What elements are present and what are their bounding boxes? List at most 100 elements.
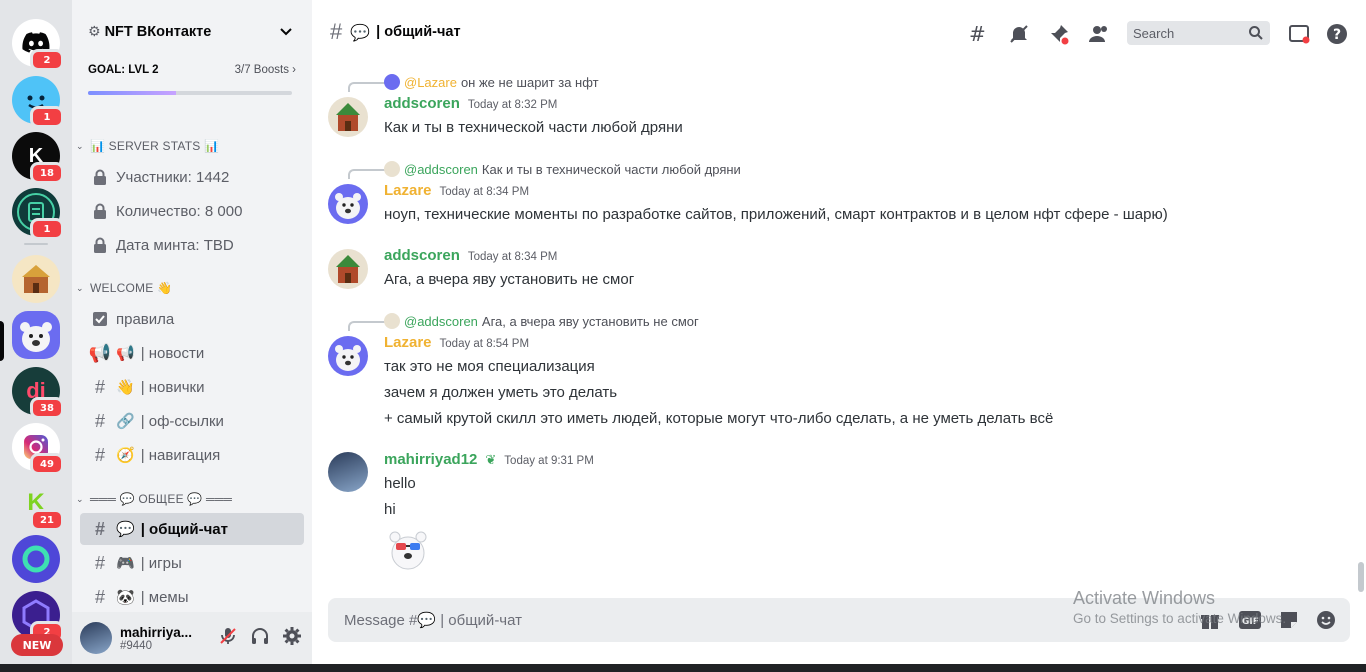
channel-stat-mint-date[interactable]: Дата минта: TBD xyxy=(80,229,304,261)
inbox-icon[interactable] xyxy=(1287,22,1311,46)
channel-general-chat[interactable]: # 💬 | общий-чат xyxy=(80,513,304,545)
new-badge[interactable]: NEW xyxy=(11,634,63,656)
channel-newcomers[interactable]: # 👋 | новички xyxy=(80,371,304,403)
search-input[interactable]: Search xyxy=(1127,21,1270,45)
message-text: hello xyxy=(384,475,416,492)
message-text: hi xyxy=(384,501,396,518)
message-avatar[interactable] xyxy=(328,452,368,492)
sprout-badge-icon: ❦ xyxy=(485,453,497,468)
channel-label: | навигация xyxy=(140,446,221,464)
server-instagram[interactable]: 49 xyxy=(12,423,64,475)
channel-navigation[interactable]: # 🧭 | навигация xyxy=(80,439,304,471)
channel-stat-quantity[interactable]: Количество: 8 000 xyxy=(80,195,304,227)
notification-muted-bell-icon[interactable] xyxy=(1007,22,1031,46)
reply-text: он же не шарит за нфт xyxy=(460,74,599,90)
category-welcome[interactable]: ⌄ WELCOME 👋 xyxy=(76,281,172,295)
reply-avatar xyxy=(384,313,400,329)
chat-area: # 💬 | общий-чат # Search ? @Lazare он же… xyxy=(312,0,1366,664)
message-timestamp: Today at 8:34 PM xyxy=(439,186,530,198)
lock-icon xyxy=(90,203,110,219)
message-header: Lazare Today at 8:54 PM xyxy=(384,334,529,356)
chat-scrollbar-thumb[interactable] xyxy=(1358,562,1364,592)
mute-microphone-icon[interactable] xyxy=(218,626,238,646)
svg-text:#: # xyxy=(969,22,986,46)
user-info[interactable]: mahirriya... #9440 xyxy=(120,625,192,652)
server-green-k[interactable]: K 21 xyxy=(12,479,64,531)
channel-label: | новички xyxy=(140,378,205,396)
channel-memes[interactable]: # 🐼 | мемы xyxy=(80,581,304,613)
channel-stat-members[interactable]: Участники: 1442 xyxy=(80,161,304,193)
message-avatar[interactable] xyxy=(328,336,368,376)
user-avatar[interactable] xyxy=(80,622,112,654)
chat-scrollbar[interactable] xyxy=(1356,60,1366,594)
server-settings-gear-icon: ⚙ xyxy=(88,24,101,40)
headphones-icon[interactable] xyxy=(250,626,270,646)
unread-badge: 1 xyxy=(30,218,64,240)
channel-label: | общий-чат xyxy=(140,520,228,538)
reply-connector xyxy=(348,169,386,179)
search-icon xyxy=(1249,26,1263,40)
boost-progress-fill xyxy=(88,91,176,95)
reply-avatar xyxy=(384,74,400,90)
user-tag: #9440 xyxy=(120,639,152,652)
message-author[interactable]: Lazare xyxy=(384,334,432,351)
reply-reference[interactable]: @addscoren Ага, а вчера яву установить н… xyxy=(384,312,699,330)
server-discord-home[interactable]: 2 xyxy=(12,19,64,71)
channel-games[interactable]: # 🎮 | игры xyxy=(80,547,304,579)
channel-label: Участники: 1442 xyxy=(116,168,230,186)
help-icon[interactable]: ? xyxy=(1325,22,1349,46)
windows-activation-watermark: Activate Windows Go to Settings to activ… xyxy=(1073,588,1286,626)
emoji-picker-icon[interactable] xyxy=(1314,608,1338,632)
message-avatar[interactable] xyxy=(328,97,368,137)
reply-reference[interactable]: @addscoren Как и ты в технической части … xyxy=(384,160,741,178)
message-timestamp: Today at 8:54 PM xyxy=(439,338,530,350)
megaphone-emoji: 📢 xyxy=(116,345,135,362)
channel-news[interactable]: 📢 📢 | новости xyxy=(80,337,304,369)
server-di[interactable]: di 38 xyxy=(12,367,64,419)
message-text: зачем я должен уметь это делать xyxy=(384,384,618,401)
reply-reference[interactable]: @Lazare он же не шарит за нфт xyxy=(384,73,599,91)
server-k[interactable]: K 18 xyxy=(12,132,64,184)
ring-icon xyxy=(12,535,60,583)
category-server-stats[interactable]: ⌄ 📊 SERVER STATS 📊 xyxy=(76,139,219,153)
bear-icon xyxy=(12,311,60,359)
rules-checkbox-icon xyxy=(90,311,110,327)
server-bear[interactable] xyxy=(12,311,60,359)
message-header: Lazare Today at 8:34 PM xyxy=(384,182,529,204)
boost-goal[interactable]: GOAL: LVL 2 3/7 Boosts › xyxy=(88,64,296,95)
threads-icon[interactable]: # xyxy=(967,22,991,46)
channel-rules[interactable]: правила xyxy=(80,303,304,335)
hashtag-icon: # xyxy=(94,552,105,573)
server-green-ring[interactable] xyxy=(12,535,60,583)
channel-label: | мемы xyxy=(140,588,189,606)
pinned-messages-icon[interactable] xyxy=(1047,22,1071,46)
server-header[interactable]: ⚙ NFT ВКонтакте xyxy=(72,10,312,54)
boost-progress-bar xyxy=(88,91,292,95)
channel-label: Количество: 8 000 xyxy=(116,202,243,220)
server-temple[interactable] xyxy=(12,255,60,303)
message-avatar[interactable] xyxy=(328,249,368,289)
member-list-icon[interactable] xyxy=(1087,22,1111,46)
category-general[interactable]: ⌄ ═══ 💬 ОБЩЕЕ 💬 ═══ xyxy=(76,492,232,506)
channel-official-links[interactable]: # 🔗 | оф-ссылки xyxy=(80,405,304,437)
channel-emoji: 💬 xyxy=(350,22,371,42)
message-author[interactable]: addscoren xyxy=(384,95,460,112)
username: mahirriya... xyxy=(120,624,193,640)
bear-3d-glasses-sticker[interactable] xyxy=(384,525,432,573)
user-settings-gear-icon[interactable] xyxy=(282,626,302,646)
server-purple-hex[interactable]: 2 xyxy=(12,591,64,643)
message-author[interactable]: addscoren xyxy=(384,247,460,264)
watermark-title: Activate Windows xyxy=(1073,588,1216,608)
watermark-subtitle: Go to Settings to activate Windows. xyxy=(1073,611,1287,626)
server-blue-smiley[interactable]: 1 xyxy=(12,76,64,128)
unread-badge: 21 xyxy=(30,509,64,531)
message-header: mahirriyad12 ❦ Today at 9:31 PM xyxy=(384,451,594,473)
message-avatar[interactable] xyxy=(328,184,368,224)
server-clipboard[interactable]: 1 xyxy=(12,188,64,240)
discord-app: 2 1 K 18 1 di 38 49 K 21 2 NEW ⚙ NFT ВКо… xyxy=(0,0,1366,672)
channel-label: правила xyxy=(116,310,175,328)
channel-label: Дата минта: TBD xyxy=(116,236,234,254)
message-text: ноуп, технические моменты по разработке … xyxy=(384,206,1168,223)
message-author[interactable]: mahirriyad12 xyxy=(384,451,477,468)
message-author[interactable]: Lazare xyxy=(384,182,432,199)
